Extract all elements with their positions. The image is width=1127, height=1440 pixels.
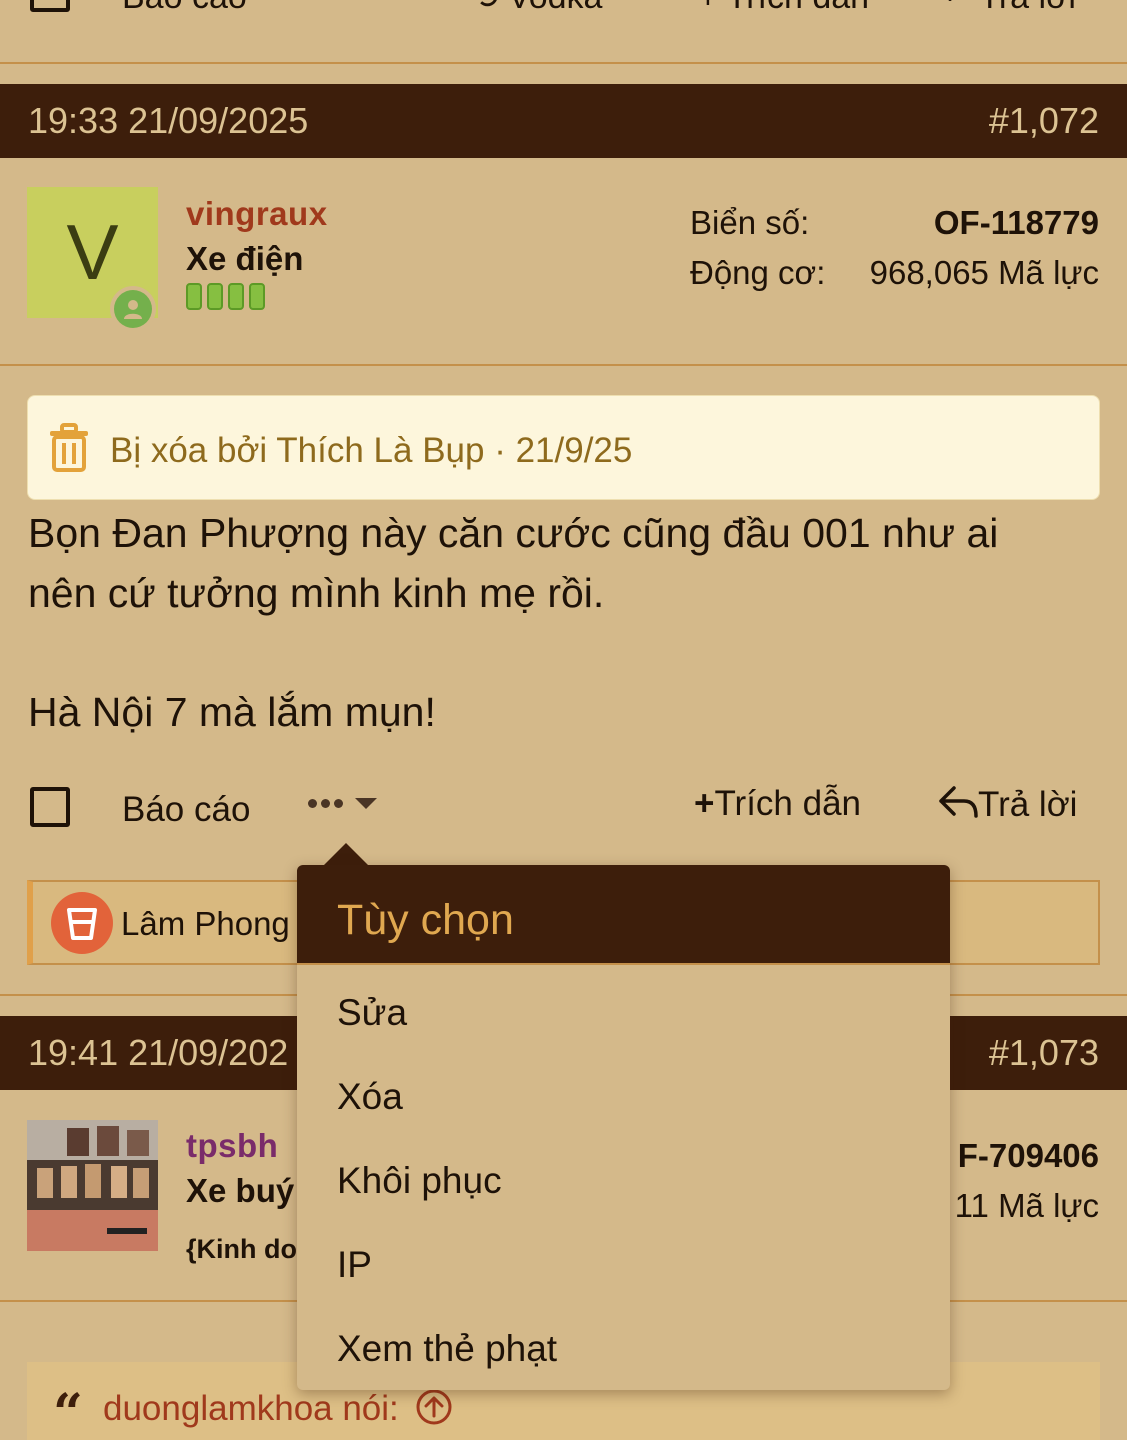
more-options-button[interactable] [308,796,379,810]
quote-label: Trích dẫn [714,784,861,823]
user-title: Xe điện [186,240,304,277]
quote-author-text: duonglamkhoa nói: [103,1389,399,1428]
post-time[interactable]: 19:33 21/09/2025 [28,84,308,158]
avatar-letter: V [66,208,119,296]
engine-value: 11 Mã lực [954,1187,1099,1224]
menu-item-view-penalty[interactable]: Xem thẻ phạt [297,1307,950,1390]
menu-item-ip[interactable]: IP [297,1223,950,1307]
reply-link[interactable]: ↶ Trả lời [942,0,1076,14]
reaction-label: Vodka [508,0,603,16]
thread-page: Báo cáo ⟲ Vodka + Trích dẫn ↶ Trả lời 19… [0,0,1127,1440]
username[interactable]: tpsbh [186,1127,278,1165]
report-link[interactable]: Báo cáo [122,790,250,830]
menu-item-edit[interactable]: Sửa [297,971,950,1055]
message-line: Bọn Đan Phượng này căn cước cũng đầu 001… [28,510,999,556]
options-dropdown: Tùy chọn Sửa Xóa Khôi phục IP Xem thẻ ph… [297,865,950,1390]
select-checkbox[interactable] [30,0,70,12]
quote-link[interactable]: +Trích dẫn [694,784,861,824]
chevron-down-icon [355,798,377,809]
avatar[interactable] [27,1120,158,1251]
deleted-notice: Bị xóa bởi Thích Là Bụp · 21/9/25 [27,395,1100,500]
quote-link[interactable]: + Trích dẫn [698,0,869,14]
reputation-bar [186,283,265,310]
post-header: 19:33 21/09/2025 #1,072 [0,84,1127,158]
previous-post-actions: Báo cáo ⟲ Vodka + Trích dẫn ↶ Trả lời [0,0,1127,62]
divider [0,62,1127,64]
plus-icon: + [694,784,715,823]
reaction-user[interactable]: Lâm Phong [121,905,290,943]
user-subtitle: {Kinh do [186,1234,297,1264]
menu-item-delete[interactable]: Xóa [297,1055,950,1139]
post-number[interactable]: #1,073 [989,1016,1099,1090]
post-number[interactable]: #1,072 [989,84,1099,158]
menu-item-restore[interactable]: Khôi phục [297,1139,950,1223]
plate-value: F-709406 [957,1137,1099,1174]
trash-icon [48,423,90,478]
plate-value: OF-118779 [933,204,1099,241]
report-link[interactable]: Báo cáo [122,0,247,14]
reply-label: Trả lời [979,0,1076,16]
message-line: nên cứ tưởng mình kinh mẹ rồi. [28,570,605,616]
engine-value: 968,065 Mã lực [869,254,1099,291]
username[interactable]: vingraux [186,195,328,233]
reply-icon [939,786,978,818]
post-time[interactable]: 19:41 21/09/202 [28,1016,288,1090]
deleted-notice-text: Bị xóa bởi Thích Là Bụp · 21/9/25 [110,431,633,470]
plate-label: Biển số: [690,204,810,241]
quote-label: Trích dẫn [727,0,869,16]
reply-label: Trả lời [978,785,1078,824]
message-line: Hà Nội 7 mà lắm mụn! [28,689,436,735]
quote-mark-icon: “ [53,1383,83,1440]
select-checkbox[interactable] [30,787,70,827]
reaction-link[interactable]: ⟲ Vodka [470,0,602,14]
post-actions: Báo cáo +Trích dẫn Trả lời [0,770,1127,850]
dropdown-pointer [323,843,369,866]
engine-label: Động cơ: [690,254,826,291]
online-status-icon [110,286,156,332]
reaction-vodka-icon [51,892,113,954]
divider [0,364,1127,366]
reply-link[interactable]: Trả lời [938,784,1077,825]
dropdown-title: Tùy chọn [297,865,950,965]
user-title: Xe buý [186,1172,295,1209]
arrow-up-circle-icon[interactable] [415,1388,453,1426]
quote-author[interactable]: duonglamkhoa nói: [103,1388,453,1429]
